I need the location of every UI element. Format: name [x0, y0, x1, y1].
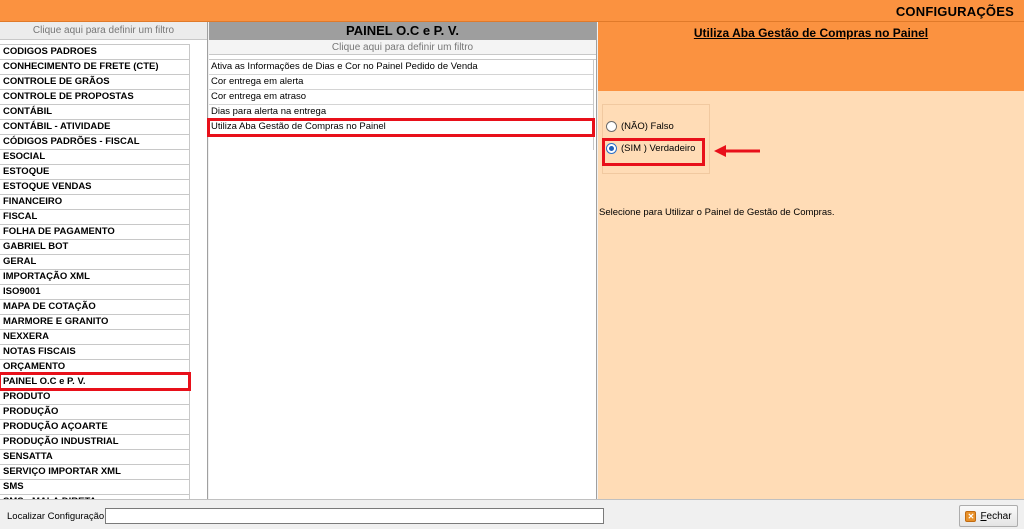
setting-detail-title: Utiliza Aba Gestão de Compras no Painel — [693, 26, 929, 40]
category-item[interactable]: FISCAL — [0, 209, 189, 224]
settings-filter-row[interactable]: Clique aqui para definir um filtro — [209, 40, 596, 55]
category-item[interactable]: GABRIEL BOT — [0, 239, 189, 254]
settings-panel: PAINEL O.C e P. V. Clique aqui para defi… — [207, 22, 597, 499]
title-bar: CONFIGURAÇÕES — [0, 0, 1024, 22]
category-item[interactable]: MAPA DE COTAÇÃO — [0, 299, 189, 314]
category-item[interactable]: PAINEL O.C e P. V. — [0, 372, 191, 391]
category-item[interactable]: FINANCEIRO — [0, 194, 189, 209]
setting-detail-panel: Utiliza Aba Gestão de Compras no Painel … — [598, 22, 1024, 499]
category-item[interactable]: ESTOQUE VENDAS — [0, 179, 189, 194]
category-item[interactable]: GERAL — [0, 254, 189, 269]
radio-false[interactable]: (NÃO) Falso — [606, 121, 674, 132]
category-item[interactable]: PRODUÇÃO — [0, 404, 189, 419]
category-item[interactable]: PRODUTO — [0, 389, 189, 404]
setting-description: Selecione para Utilizar o Painel de Gest… — [599, 207, 835, 218]
category-item[interactable]: CODIGOS PADROES — [0, 44, 189, 59]
setting-row[interactable]: Ativa as Informações de Dias e Cor no Pa… — [209, 60, 593, 75]
search-config-label: Localizar Configuração: — [7, 511, 107, 522]
close-icon[interactable]: ✕ — [965, 510, 977, 522]
radio-true-highlight-box — [602, 138, 705, 166]
category-item[interactable]: CONTROLE DE GRÃOS — [0, 74, 189, 89]
setting-row[interactable]: Cor entrega em alerta — [209, 75, 593, 90]
setting-row[interactable]: Utiliza Aba Gestão de Compras no Painel — [207, 118, 595, 137]
category-item[interactable]: FOLHA DE PAGAMENTO — [0, 224, 189, 239]
red-arrow-icon — [714, 145, 760, 157]
setting-row[interactable]: Cor entrega em atraso — [209, 90, 593, 105]
radio-false-label[interactable]: (NÃO) Falso — [621, 121, 674, 132]
category-item[interactable]: SERVIÇO IMPORTAR XML — [0, 464, 189, 479]
category-item[interactable]: NEXXERA — [0, 329, 189, 344]
settings-list-divider — [593, 60, 594, 150]
category-item[interactable]: ESTOQUE — [0, 164, 189, 179]
category-item[interactable]: SMS — [0, 479, 189, 494]
category-item[interactable]: CONHECIMENTO DE FRETE (CTE) — [0, 59, 189, 74]
category-item[interactable]: IMPORTAÇÃO XML — [0, 269, 189, 284]
category-item[interactable]: CONTÁBIL - ATIVIDADE — [0, 119, 189, 134]
category-list: CODIGOS PADROES CONHECIMENTO DE FRETE (CT… — [0, 44, 191, 499]
close-button-label[interactable]: echar — [987, 511, 1012, 522]
category-scroll-area — [190, 44, 207, 499]
category-filter-row[interactable]: Clique aqui para definir um filtro — [0, 22, 207, 40]
category-item[interactable]: CÓDIGOS PADRÕES - FISCAL — [0, 134, 189, 149]
category-item[interactable]: ORÇAMENTO — [0, 359, 189, 374]
setting-row[interactable]: Dias para alerta na entrega — [209, 105, 593, 120]
settings-panel-header: PAINEL O.C e P. V. — [209, 22, 596, 40]
category-item[interactable]: ESOCIAL — [0, 149, 189, 164]
bottom-bar: Localizar Configuração: ✕ Fechar — [0, 499, 1024, 529]
window-title: CONFIGURAÇÕES — [895, 4, 1014, 19]
category-item[interactable]: CONTROLE DE PROPOSTAS — [0, 89, 189, 104]
category-panel: Clique aqui para definir um filtro CODIG… — [0, 22, 208, 499]
close-button[interactable]: ✕ Fechar — [959, 505, 1018, 527]
search-config-input[interactable] — [105, 508, 604, 524]
radio-false-circle-icon[interactable] — [606, 121, 617, 132]
category-item[interactable]: SENSATTA — [0, 449, 189, 464]
category-item[interactable]: CONTÁBIL — [0, 104, 189, 119]
settings-list: Ativa as Informações de Dias e Cor no Pa… — [207, 60, 595, 137]
category-item[interactable]: PRODUÇÃO INDUSTRIAL — [0, 434, 189, 449]
category-item[interactable]: NOTAS FISCAIS — [0, 344, 189, 359]
category-item[interactable]: PRODUÇÃO AÇOARTE — [0, 419, 189, 434]
setting-detail-header: Utiliza Aba Gestão de Compras no Painel — [598, 22, 1024, 91]
category-item[interactable]: ISO9001 — [0, 284, 189, 299]
category-item[interactable]: MARMORE E GRANITO — [0, 314, 189, 329]
